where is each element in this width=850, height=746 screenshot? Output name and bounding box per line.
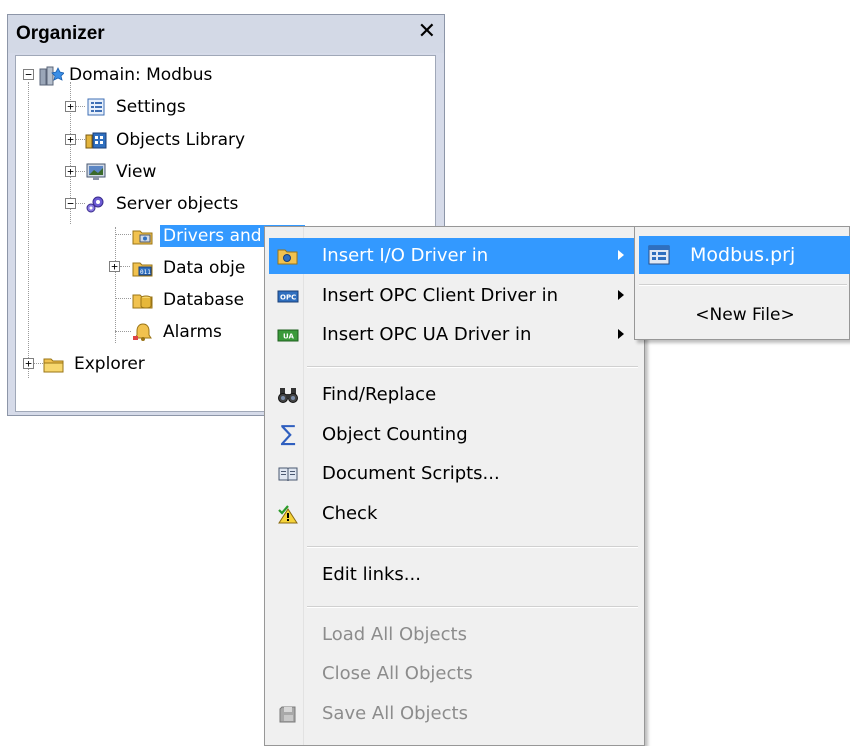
menu-separator (307, 606, 638, 608)
submenu-arrow-icon (618, 250, 624, 260)
menu-item-label: Close All Objects (322, 663, 473, 684)
menu-item-save-all-objects[interactable]: Save All Objects (269, 696, 638, 732)
tree-item-server-objects[interactable]: Server objects (85, 190, 241, 218)
menu-item-insert-io-driver[interactable]: Insert I/O Driver in (269, 238, 638, 274)
tree-item-label: Database (163, 290, 245, 310)
tree-item-database[interactable]: Database (132, 286, 247, 314)
menu-item-find-replace[interactable]: Find/Replace (269, 377, 638, 413)
tree-line (120, 266, 130, 267)
tree-item-label: Server objects (116, 194, 239, 214)
tree-item-objects-library[interactable]: Objects Library (85, 126, 248, 154)
objects-library-icon (85, 130, 107, 150)
menu-item-label: Insert OPC Client Driver in (322, 285, 559, 306)
io-driver-icon (277, 246, 299, 266)
server-objects-icon (85, 194, 107, 214)
tree-line (115, 227, 116, 343)
menu-item-document-scripts[interactable]: Document Scripts... (269, 456, 638, 492)
submenu-item-label: Modbus.prj (690, 244, 796, 266)
organizer-header: Organizer ✕ (8, 15, 444, 53)
tree-item-label: Objects Library (116, 130, 246, 150)
submenu-arrow-icon (618, 329, 624, 339)
menu-item-edit-links[interactable]: Edit links... (269, 557, 638, 593)
tree-item-label: Explorer (74, 354, 145, 374)
menu-item-load-all-objects[interactable]: Load All Objects (269, 617, 638, 653)
menu-item-label: Load All Objects (322, 624, 467, 645)
menu-item-label: Object Counting (322, 424, 468, 445)
tree-item-label: View (116, 162, 157, 182)
tree-line (75, 139, 85, 140)
project-file-icon (647, 244, 671, 266)
tree-line (115, 331, 131, 332)
menu-item-insert-opc-client-driver[interactable]: OPC Insert OPC Client Driver in (269, 278, 638, 314)
binoculars-icon (277, 385, 299, 405)
menu-item-label: Save All Objects (322, 703, 468, 724)
menu-item-label: Edit links... (322, 564, 421, 585)
tree-line (115, 298, 131, 299)
svg-text:011: 011 (140, 269, 151, 276)
tree-expand-toggle[interactable]: + (65, 166, 76, 177)
tree-item-label: Settings (116, 97, 186, 117)
menu-item-check[interactable]: Check (269, 496, 638, 532)
menu-item-object-counting[interactable]: ∑ Object Counting (269, 417, 638, 453)
tree-collapse-toggle[interactable]: − (23, 69, 34, 80)
svg-text:OPC: OPC (280, 294, 296, 302)
tree-item-alarms[interactable]: Alarms (132, 318, 225, 346)
submenu-arrow-icon (618, 290, 624, 300)
io-driver-submenu: Modbus.prj <New File> (634, 226, 850, 340)
svg-text:UA: UA (283, 333, 294, 341)
tree-item-data-objects[interactable]: 011 Data obje (132, 254, 248, 282)
domain-icon (38, 65, 65, 86)
menu-item-label: Find/Replace (322, 384, 437, 405)
context-menu: Insert I/O Driver in OPC Insert OPC Clie… (264, 226, 645, 746)
tree-item-view[interactable]: View (85, 158, 159, 186)
menu-item-close-all-objects[interactable]: Close All Objects (269, 656, 638, 692)
data-objects-icon: 011 (132, 258, 154, 278)
tree-expand-toggle[interactable]: + (65, 101, 76, 112)
menu-item-label: Check (322, 503, 378, 524)
close-icon[interactable]: ✕ (418, 19, 436, 44)
drivers-folder-icon (132, 226, 154, 246)
opc-ua-icon: UA (277, 325, 299, 345)
database-icon (132, 290, 154, 310)
tree-item-explorer[interactable]: Explorer (43, 350, 148, 378)
book-icon (277, 464, 299, 484)
tree-line (75, 203, 85, 204)
sigma-icon: ∑ (280, 422, 296, 447)
organizer-title: Organizer (16, 23, 105, 44)
submenu-item-label: <New File> (695, 305, 795, 325)
view-icon (85, 162, 107, 182)
tree-collapse-toggle[interactable]: − (65, 198, 76, 209)
tree-expand-toggle[interactable]: + (109, 261, 120, 272)
tree-item-label: Data obje (163, 258, 246, 278)
tree-line (75, 106, 85, 107)
explorer-folder-icon (43, 354, 65, 374)
menu-item-label: Document Scripts... (322, 463, 500, 484)
submenu-separator (639, 284, 847, 286)
tree-expand-toggle[interactable]: + (65, 134, 76, 145)
submenu-item-new-file[interactable]: <New File> (639, 296, 850, 334)
tree-item-label: Alarms (163, 322, 222, 342)
menu-item-label: Insert I/O Driver in (322, 245, 489, 266)
tree-item-domain[interactable]: Domain: Modbus (38, 61, 215, 89)
tree-item-label: Domain: Modbus (69, 65, 213, 85)
warning-check-icon (277, 504, 299, 524)
tree-line (115, 234, 131, 235)
tree-item-settings[interactable]: Settings (85, 93, 189, 121)
tree-line (75, 171, 85, 172)
alarms-icon (132, 322, 154, 342)
submenu-item-modbus-prj[interactable]: Modbus.prj (639, 236, 850, 274)
opc-client-icon: OPC (277, 286, 299, 306)
tree-line (28, 82, 29, 378)
menu-item-label: Insert OPC UA Driver in (322, 324, 532, 345)
menu-item-insert-opc-ua-driver[interactable]: UA Insert OPC UA Driver in (269, 317, 638, 353)
save-icon (277, 704, 299, 724)
settings-icon (85, 97, 107, 117)
menu-separator (307, 366, 638, 368)
tree-expand-toggle[interactable]: + (23, 358, 34, 369)
menu-separator (307, 546, 638, 548)
tree-line (33, 363, 43, 364)
